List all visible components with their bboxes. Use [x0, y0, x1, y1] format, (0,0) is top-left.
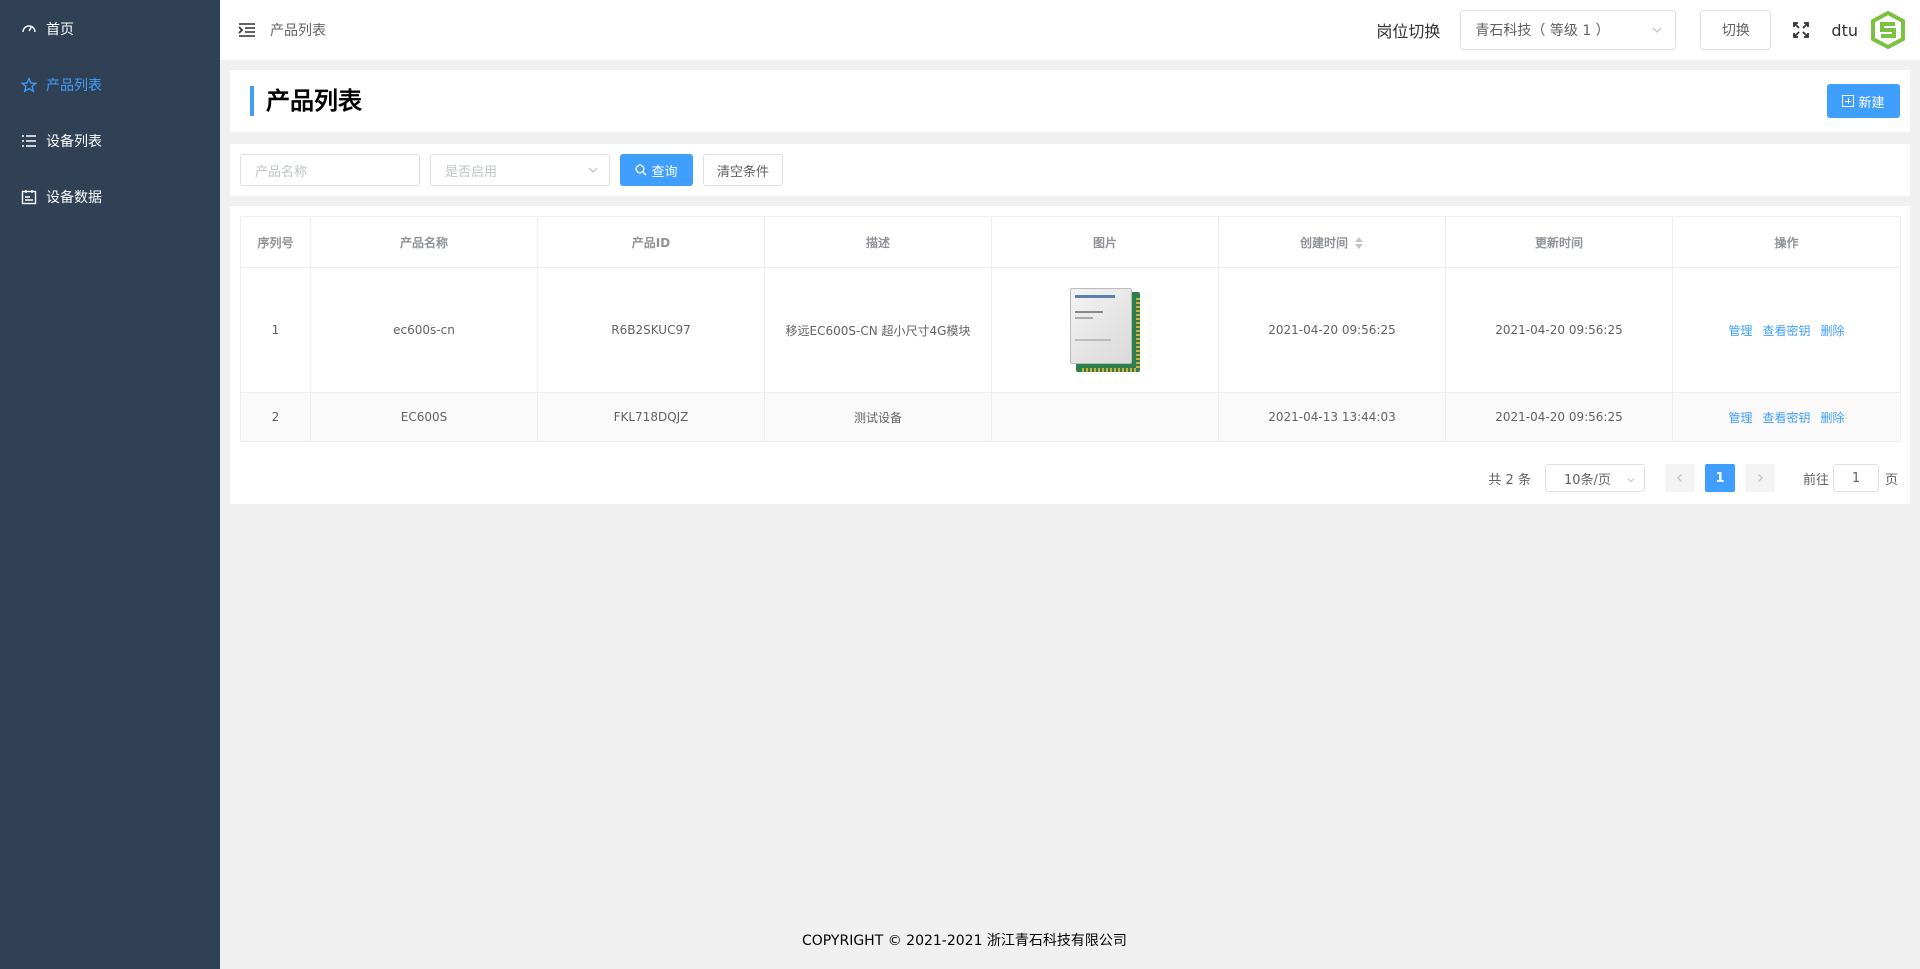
sort-icon[interactable] — [1354, 237, 1364, 249]
goto-suffix: 页 — [1884, 472, 1898, 488]
column-header: 操作 — [1672, 216, 1901, 268]
cell-desc: 测试设备 — [764, 392, 992, 442]
delete-link[interactable]: 删除 — [1821, 411, 1845, 425]
cell-product-id: R6B2SKUC97 — [537, 267, 765, 393]
table-header-row: 序列号 产品名称 产品ID 描述 图片 创建时间 更新时间 操作 — [240, 216, 1901, 268]
plus-square-icon — [1842, 95, 1855, 107]
pagination: 共 2 条 10条/页 1 前往 1 页 — [1488, 464, 1898, 492]
chevron-right-icon — [1757, 474, 1763, 482]
table-row: 2 EC600S FKL718DQJZ 测试设备 2021-04-13 13:4… — [240, 392, 1901, 442]
star-icon — [20, 76, 38, 94]
new-button[interactable]: 新建 — [1827, 84, 1900, 118]
page-size-value: 10条/页 — [1563, 472, 1611, 488]
enabled-select-placeholder: 是否启用 — [445, 164, 498, 180]
product-image[interactable] — [1070, 288, 1140, 372]
delete-link[interactable]: 删除 — [1821, 324, 1845, 338]
column-header: 产品ID — [537, 216, 765, 268]
cell-name: ec600s-cn — [310, 267, 538, 393]
clear-conditions-button[interactable]: 清空条件 — [703, 154, 783, 186]
sidebar-item-home[interactable]: 首页 — [0, 1, 220, 57]
cell-image — [991, 392, 1219, 442]
sidebar-item-label: 产品列表 — [46, 78, 102, 94]
column-header: 产品名称 — [310, 216, 538, 268]
cell-product-id: FKL718DQJZ — [537, 392, 765, 442]
sidebar-item-device-data[interactable]: 设备数据 — [0, 169, 220, 225]
post-select-value: 青石科技（ 等级 1 ） — [1475, 23, 1610, 39]
chevron-left-icon — [1676, 474, 1682, 482]
new-button-label: 新建 — [1858, 95, 1885, 111]
query-button[interactable]: 查询 — [620, 154, 693, 186]
top-header: 产品列表 岗位切换 青石科技（ 等级 1 ） 切换 dtu — [220, 0, 1920, 60]
page-title: 产品列表 — [250, 86, 362, 116]
table-panel: 序列号 产品名称 产品ID 描述 图片 创建时间 更新时间 操作 1 ec600… — [230, 206, 1910, 504]
title-panel: 产品列表 新建 — [230, 70, 1910, 132]
post-switch-label: 岗位切换 — [1376, 22, 1441, 41]
manage-link[interactable]: 管理 — [1728, 411, 1752, 425]
hamburger-icon[interactable] — [236, 19, 258, 41]
breadcrumb: 产品列表 — [270, 23, 326, 39]
cell-updated: 2021-04-20 09:56:25 — [1445, 267, 1673, 393]
goto-page-input[interactable]: 1 — [1832, 464, 1879, 492]
cell-desc: 移远EC600S-CN 超小尺寸4G模块 — [764, 267, 992, 393]
cell-updated: 2021-04-20 09:56:25 — [1445, 392, 1673, 442]
column-header: 图片 — [991, 216, 1219, 268]
sidebar-item-products[interactable]: 产品列表 — [0, 57, 220, 113]
product-name-input[interactable]: 产品名称 — [240, 154, 420, 186]
column-header-label: 创建时间 — [1299, 235, 1348, 250]
manage-link[interactable]: 管理 — [1728, 324, 1752, 338]
prev-page-button[interactable] — [1664, 464, 1695, 492]
total-count: 共 2 条 — [1488, 472, 1531, 488]
username[interactable]: dtu — [1831, 21, 1858, 40]
enabled-select[interactable]: 是否启用 — [430, 154, 610, 186]
table-row: 1 ec600s-cn R6B2SKUC97 移远EC600S-CN 超小尺寸4… — [240, 267, 1901, 393]
sidebar-item-devices[interactable]: 设备列表 — [0, 113, 220, 169]
dashboard-icon — [20, 20, 38, 38]
column-header-created[interactable]: 创建时间 — [1218, 216, 1446, 268]
page-number-current[interactable]: 1 — [1704, 464, 1735, 492]
cell-actions: 管理 查看密钥 删除 — [1672, 392, 1901, 442]
goto-label: 前往 — [1802, 472, 1829, 488]
search-icon — [635, 164, 647, 176]
cell-created: 2021-04-20 09:56:25 — [1218, 267, 1446, 393]
cell-index: 1 — [240, 267, 311, 393]
query-button-label: 查询 — [651, 164, 678, 180]
search-panel: 产品名称 是否启用 查询 清空条件 — [230, 144, 1910, 196]
chevron-down-icon — [1651, 24, 1663, 40]
cell-actions: 管理 查看密钥 删除 — [1672, 267, 1901, 393]
chevron-down-icon — [1626, 474, 1636, 489]
page-size-select[interactable]: 10条/页 — [1544, 464, 1645, 492]
sidebar-item-label: 首页 — [46, 22, 74, 38]
product-table: 序列号 产品名称 产品ID 描述 图片 创建时间 更新时间 操作 1 ec600… — [240, 216, 1901, 442]
fullscreen-icon[interactable] — [1791, 20, 1811, 40]
cell-name: EC600S — [310, 392, 538, 442]
column-header: 序列号 — [240, 216, 311, 268]
sidebar-item-label: 设备数据 — [46, 190, 102, 206]
cell-image — [991, 267, 1219, 393]
post-select[interactable]: 青石科技（ 等级 1 ） — [1460, 10, 1677, 50]
list-icon — [20, 132, 38, 150]
switch-button[interactable]: 切换 — [1700, 10, 1772, 50]
column-header: 描述 — [764, 216, 992, 268]
sidebar-item-label: 设备列表 — [46, 134, 102, 150]
chevron-down-icon — [587, 164, 599, 180]
calendar-icon — [20, 188, 38, 206]
view-key-link[interactable]: 查看密钥 — [1762, 411, 1810, 425]
cell-index: 2 — [240, 392, 311, 442]
logo-avatar[interactable] — [1866, 8, 1910, 52]
cell-created: 2021-04-13 13:44:03 — [1218, 392, 1446, 442]
footer-copyright: COPYRIGHT © 2021-2021 浙江青石科技有限公司 — [802, 933, 1127, 949]
next-page-button[interactable] — [1744, 464, 1775, 492]
view-key-link[interactable]: 查看密钥 — [1762, 324, 1810, 338]
column-header: 更新时间 — [1445, 216, 1673, 268]
sidebar: 首页 产品列表 设备列表 设备数据 — [0, 0, 220, 969]
